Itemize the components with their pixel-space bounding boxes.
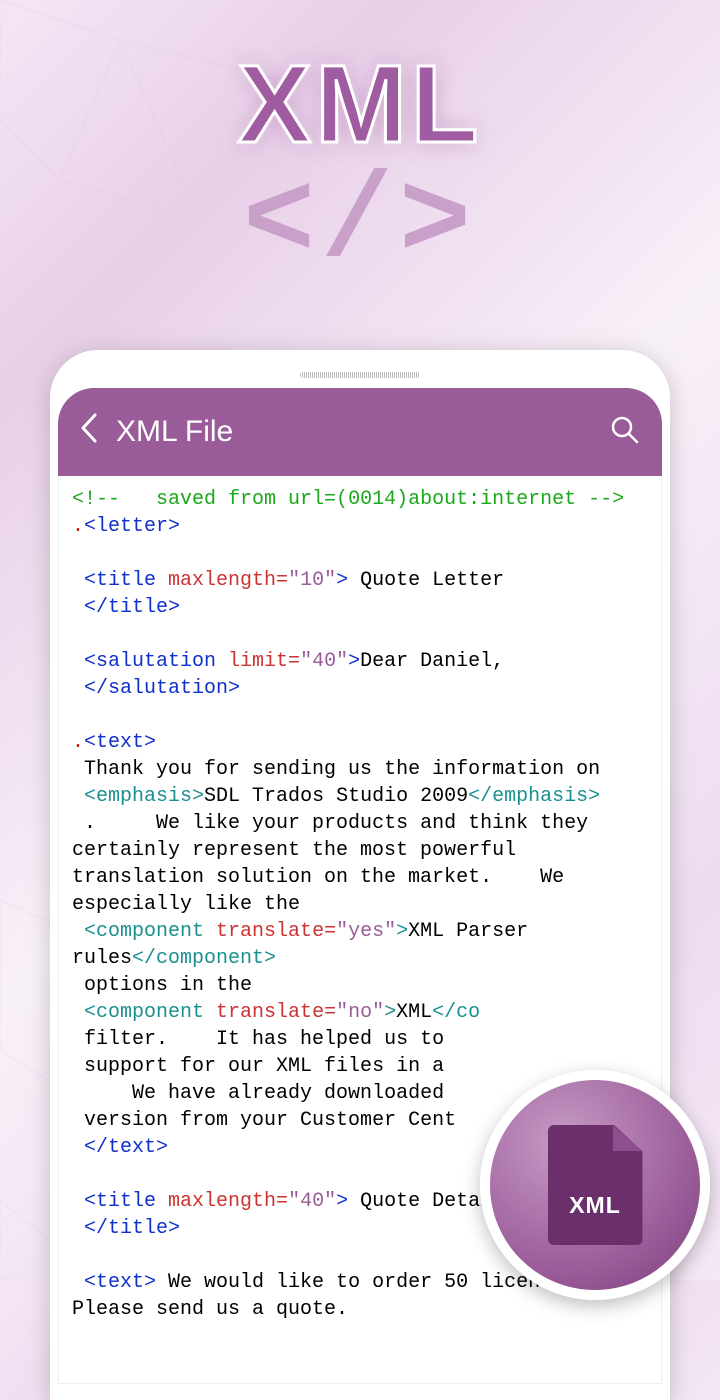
attrval: "40" <box>300 650 348 673</box>
tag-text: <text> <box>84 731 156 754</box>
tag-emphasis-close: </emphasis> <box>468 785 600 808</box>
attr-maxlength: maxlength= <box>168 569 288 592</box>
text-content: Quote Letter <box>348 569 504 592</box>
tag-salutation-close: </salutation> <box>84 677 240 700</box>
text-content: version from your Customer Cent <box>84 1109 456 1132</box>
attr-translate: translate= <box>216 920 336 943</box>
tag-text: <text> <box>84 1271 156 1294</box>
attr-limit: limit= <box>228 650 300 673</box>
attrval: "no" <box>336 1001 384 1024</box>
text-content: SDL Trados Studio 2009 <box>204 785 468 808</box>
tag-component: <component <box>84 1001 216 1024</box>
app-bar: XML File <box>58 388 662 476</box>
search-button[interactable] <box>610 415 640 450</box>
hero: XML </> <box>0 50 720 278</box>
attr-translate: translate= <box>216 1001 336 1024</box>
search-icon <box>610 415 640 445</box>
xml-comment: <!-- saved from url=(0014)about:internet… <box>72 488 624 511</box>
text-content: XML <box>396 1001 432 1024</box>
tag-component: <component <box>84 920 216 943</box>
attr-maxlength: maxlength= <box>168 1190 288 1213</box>
text-content: filter. It has helped us to <box>84 1028 456 1051</box>
text-content: We have already downloaded <box>84 1082 456 1105</box>
attrval: "yes" <box>336 920 396 943</box>
chevron-left-icon <box>80 413 98 443</box>
text-content: options in the <box>84 974 252 997</box>
text-content: Dear Daniel, <box>360 650 504 673</box>
xml-file-icon: XML <box>548 1125 643 1245</box>
tag-letter: <letter> <box>84 515 180 538</box>
tag-title: <title <box>84 569 168 592</box>
dot-marker: . <box>72 731 84 754</box>
xml-badge: XML <box>480 1070 710 1300</box>
dot-marker: . <box>72 515 84 538</box>
tag-component-close: </component> <box>132 947 276 970</box>
attrval: "40" <box>288 1190 336 1213</box>
tag-salutation: <salutation <box>84 650 228 673</box>
hero-title: XML <box>0 50 720 160</box>
code-tag-icon: </> <box>0 170 720 278</box>
phone-speaker <box>300 372 420 378</box>
back-button[interactable] <box>80 413 116 452</box>
tag-text-close: </text> <box>84 1136 168 1159</box>
text-content: Thank you for sending us the information… <box>84 758 600 781</box>
tag-emphasis: <emphasis> <box>84 785 204 808</box>
attrval: "10" <box>288 569 336 592</box>
text-content: support for our XML files in a <box>84 1055 456 1078</box>
tag-component-close: </co <box>432 1001 480 1024</box>
text-content: . We like your products and think they c… <box>72 812 600 916</box>
app-title: XML File <box>116 415 610 449</box>
xml-file-label: XML <box>548 1192 643 1219</box>
tag-title-close: </title> <box>84 596 180 619</box>
tag-title: <title <box>84 1190 168 1213</box>
tag-title-close: </title> <box>84 1217 180 1240</box>
